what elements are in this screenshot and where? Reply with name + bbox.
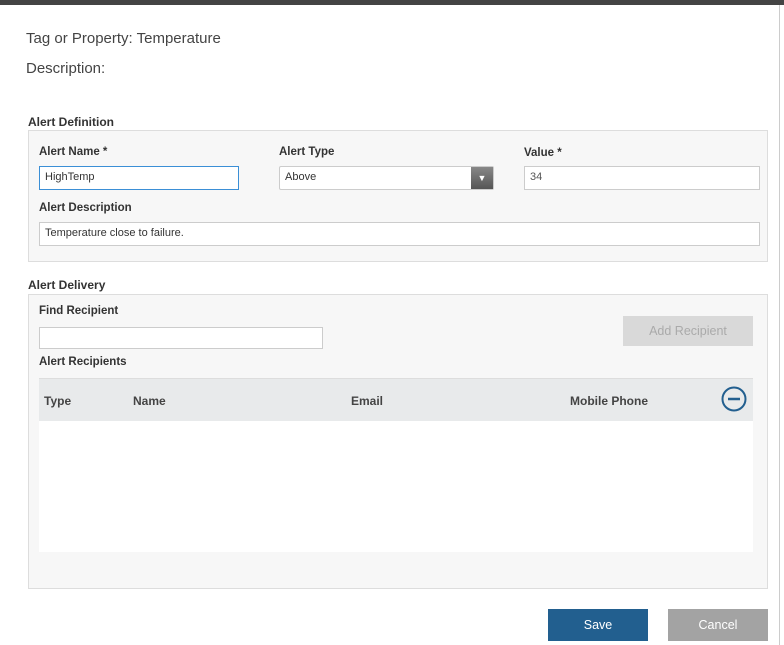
cancel-button[interactable]: Cancel (668, 609, 768, 641)
column-email[interactable]: Email (351, 394, 383, 408)
description-heading: Description: (26, 60, 106, 77)
top-bar (0, 0, 784, 5)
alert-description-input[interactable]: Temperature close to failure. (39, 222, 760, 246)
save-button[interactable]: Save (548, 609, 648, 641)
alert-type-label: Alert Type (279, 146, 335, 158)
value-label: Value * (524, 147, 562, 159)
alert-definition-title: Alert Definition (28, 115, 114, 129)
chevron-down-icon[interactable]: ▼ (471, 167, 493, 189)
alert-type-select[interactable]: Above ▼ (279, 166, 494, 190)
alert-type-value: Above (285, 171, 317, 183)
dialog-edge (779, 5, 780, 645)
column-name[interactable]: Name (133, 394, 166, 408)
alert-recipients-label: Alert Recipients (39, 356, 127, 368)
column-type[interactable]: Type (44, 394, 71, 408)
add-recipient-button[interactable]: Add Recipient (623, 316, 753, 346)
alert-name-label: Alert Name * (39, 146, 108, 158)
value-input[interactable]: 34 (524, 166, 760, 190)
find-recipient-label: Find Recipient (39, 305, 119, 317)
remove-recipient-icon[interactable] (721, 386, 747, 412)
alert-delivery-title: Alert Delivery (28, 278, 106, 292)
recipients-table-body (39, 421, 753, 552)
column-mobile-phone[interactable]: Mobile Phone (570, 394, 648, 408)
find-recipient-input[interactable] (39, 327, 323, 349)
alert-description-label: Alert Description (39, 202, 132, 214)
alert-name-input[interactable]: HighTemp (39, 166, 239, 190)
tag-property-title: Tag or Property: Temperature (26, 30, 221, 47)
